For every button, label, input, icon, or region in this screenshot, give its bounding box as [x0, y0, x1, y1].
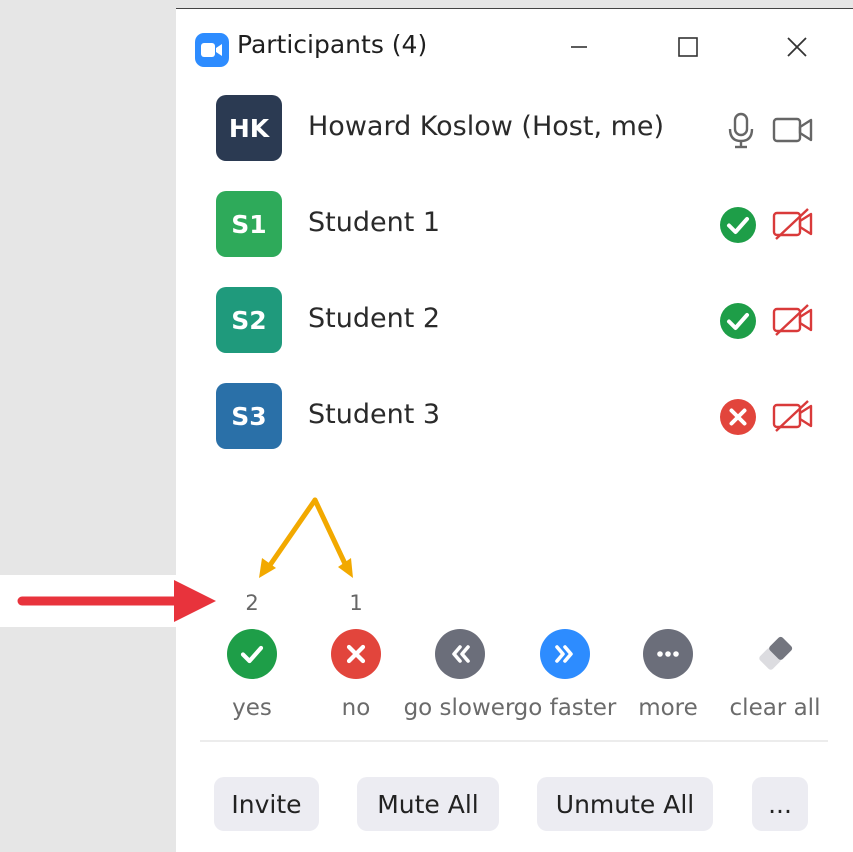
participant-row[interactable]: S3 Student 3 [216, 383, 826, 451]
more-reactions-button[interactable] [643, 629, 693, 679]
close-button[interactable] [777, 27, 817, 67]
zoom-app-icon [195, 33, 229, 67]
participant-name: Student 1 [308, 207, 441, 238]
unmute-all-button[interactable]: Unmute All [537, 777, 713, 831]
participant-row[interactable]: S1 Student 1 [216, 191, 826, 259]
maximize-icon [678, 37, 698, 57]
clear-all-button[interactable] [750, 629, 800, 679]
more-icon [657, 651, 679, 657]
yes-label: yes [232, 695, 272, 721]
participants-window: Participants (4) HK Howard Koslow (Host,… [176, 8, 853, 852]
rewind-icon [452, 645, 470, 663]
invite-button[interactable]: Invite [214, 777, 319, 831]
avatar: HK [216, 95, 282, 161]
yes-check-icon [720, 207, 756, 243]
maximize-button[interactable] [668, 27, 708, 67]
no-count: 1 [349, 591, 363, 615]
avatar: S2 [216, 287, 282, 353]
clear-all-label: clear all [729, 695, 821, 721]
participant-row[interactable]: S2 Student 2 [216, 287, 826, 355]
participant-name: Student 2 [308, 303, 441, 334]
fast-forward-icon [555, 645, 573, 663]
yes-button[interactable] [227, 629, 277, 679]
no-x-icon [720, 399, 756, 435]
camera-off-icon[interactable] [772, 399, 814, 433]
microphone-icon[interactable] [722, 111, 760, 149]
divider [200, 740, 828, 742]
avatar: S3 [216, 383, 282, 449]
more-options-button[interactable]: ... [752, 777, 808, 831]
x-icon [346, 644, 366, 664]
go-faster-label: go faster [513, 695, 617, 721]
title-bar: Participants (4) [176, 9, 853, 83]
minimize-icon [571, 46, 587, 48]
mute-all-button[interactable]: Mute All [357, 777, 499, 831]
check-icon [240, 645, 264, 664]
go-slower-button[interactable] [435, 629, 485, 679]
window-title: Participants (4) [237, 30, 428, 59]
avatar: S1 [216, 191, 282, 257]
participant-row[interactable]: HK Howard Koslow (Host, me) [216, 95, 826, 163]
participant-name: Student 3 [308, 399, 441, 430]
more-label: more [638, 695, 698, 721]
participant-name: Howard Koslow (Host, me) [308, 111, 665, 142]
eraser-icon [759, 636, 793, 670]
yes-check-icon [720, 303, 756, 339]
no-label: no [341, 695, 371, 721]
yes-count: 2 [245, 591, 259, 615]
camera-off-icon[interactable] [772, 303, 814, 337]
go-faster-button[interactable] [540, 629, 590, 679]
no-button[interactable] [331, 629, 381, 679]
camera-off-icon[interactable] [772, 207, 814, 241]
annotation-backdrop [0, 575, 176, 627]
go-slower-label: go slower [403, 695, 515, 721]
camera-icon[interactable] [772, 115, 814, 145]
close-icon [787, 37, 807, 57]
minimize-button[interactable] [559, 27, 599, 67]
